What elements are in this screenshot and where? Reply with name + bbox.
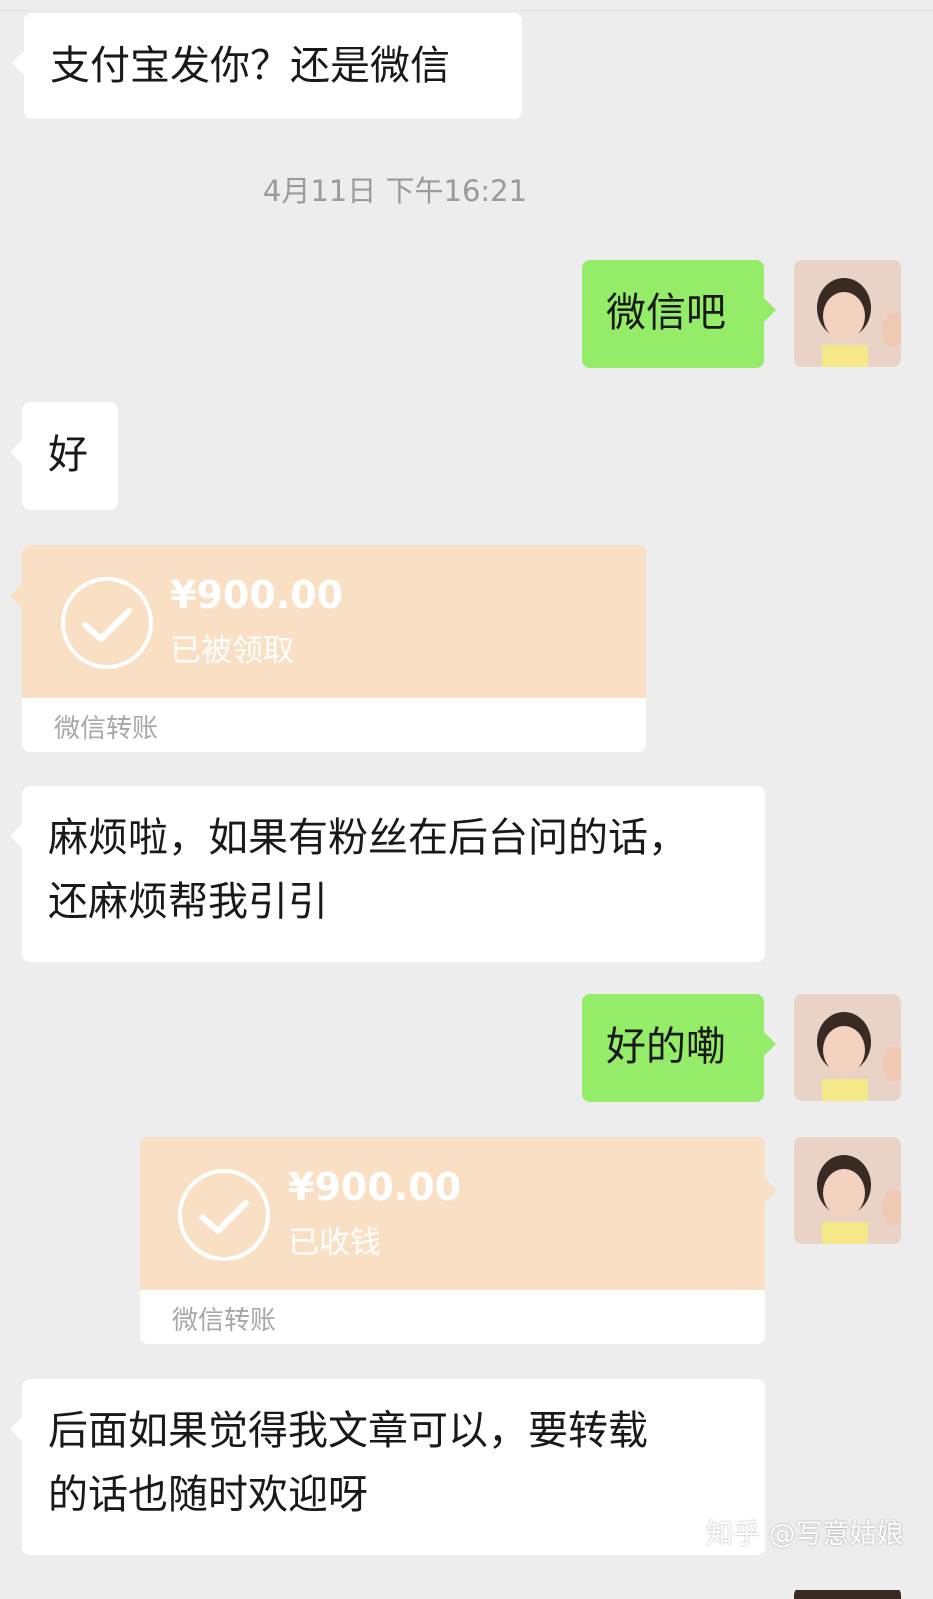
transfer-card-footer: 微信转账 [22, 698, 646, 752]
transfer-label: 微信转账 [172, 1306, 277, 1336]
transfer-card-footer: 微信转账 [140, 1290, 765, 1344]
avatar[interactable] [794, 260, 901, 367]
chat-timestamp: 4月11日 下午16:21 [262, 174, 528, 208]
avatar[interactable] [794, 994, 901, 1101]
message-text: 微信吧 [606, 290, 726, 336]
transfer-card[interactable]: ¥900.00 已收钱 微信转账 [140, 1137, 765, 1344]
received-message[interactable]: 支付宝发你？还是微信 [12, 13, 522, 119]
message-text-line: 的话也随时欢迎呀 [48, 1472, 368, 1518]
transfer-status: 已收钱 [288, 1225, 381, 1261]
received-message[interactable]: 好 [10, 402, 118, 510]
check-circle-icon [61, 577, 153, 669]
transfer-amount: ¥900.00 [170, 573, 344, 617]
avatar[interactable] [794, 1587, 901, 1599]
bubble-tail [10, 584, 22, 608]
check-circle-icon [178, 1169, 270, 1261]
received-message[interactable]: 麻烦啦，如果有粉丝在后台问的话， 还麻烦帮我引引 [10, 786, 765, 962]
transfer-amount: ¥900.00 [288, 1165, 462, 1209]
message-text: 好的嘞 [606, 1024, 726, 1070]
message-text-line: 麻烦啦，如果有粉丝在后台问的话， [48, 815, 688, 861]
received-message[interactable]: 后面如果觉得我文章可以，要转载 的话也随时欢迎呀 [10, 1379, 765, 1555]
bubble-tail [765, 1178, 777, 1202]
avatar[interactable] [794, 1137, 901, 1244]
top-divider [0, 0, 933, 11]
sent-message[interactable]: 好的嘞 [582, 994, 776, 1102]
message-text-line: 还麻烦帮我引引 [48, 879, 328, 925]
message-text-line: 后面如果觉得我文章可以，要转载 [48, 1408, 648, 1454]
transfer-label: 微信转账 [54, 714, 159, 744]
message-text: 支付宝发你？还是微信 [50, 43, 450, 89]
watermark: 知乎 @写意姑娘 [706, 1519, 904, 1550]
transfer-status: 已被领取 [170, 633, 294, 669]
sent-message[interactable]: 微信吧 [582, 260, 776, 368]
transfer-card[interactable]: ¥900.00 已被领取 微信转账 [22, 545, 646, 752]
message-text: 好 [48, 432, 88, 478]
